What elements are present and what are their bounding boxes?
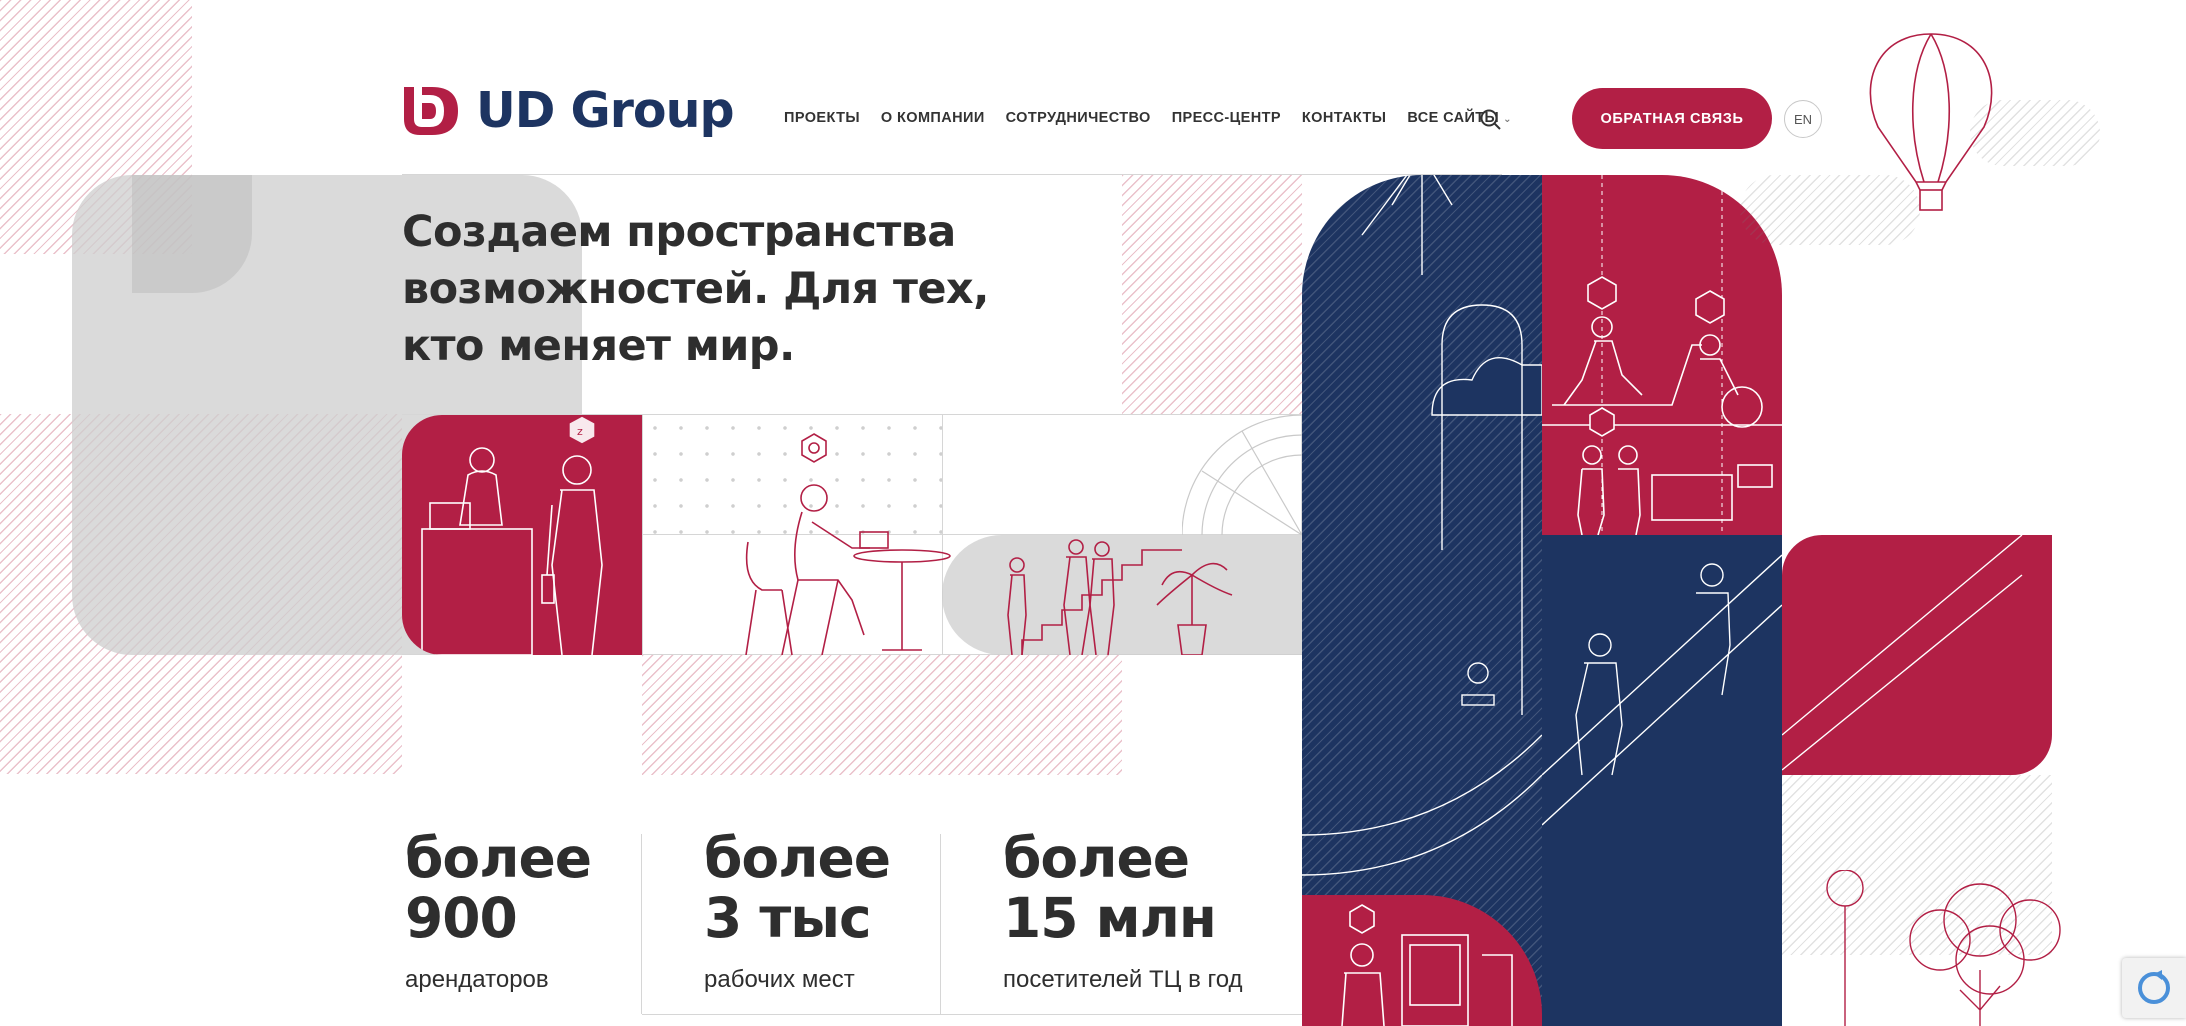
nav-item-about[interactable]: О КОМПАНИИ — [881, 110, 985, 126]
stat-tenants: более 900 арендаторов — [405, 826, 592, 994]
illustration-laptop-person — [742, 430, 952, 656]
svg-text:z: z — [577, 425, 583, 438]
nav-item-projects[interactable]: ПРОЕКТЫ — [784, 110, 860, 126]
stat-value-prefix: более — [1003, 826, 1190, 890]
stat-value-prefix: более — [405, 826, 592, 890]
nav-item-press[interactable]: ПРЕСС-ЦЕНТР — [1172, 110, 1281, 126]
stat-value: 3 тыс — [704, 886, 872, 950]
nav-item-contacts[interactable]: КОНТАКТЫ — [1302, 110, 1386, 126]
search-button[interactable] — [1478, 107, 1504, 133]
stats-divider-1 — [641, 834, 642, 1014]
illustration-balloon — [1858, 32, 2004, 218]
chat-icon — [796, 434, 828, 466]
basket-icon — [1696, 900, 1728, 932]
stat-jobs: более 3 тыс рабочих мест — [704, 826, 891, 994]
decor-hatch-bottom-middle — [642, 655, 1122, 775]
illustration-escalator-panel — [1541, 535, 1783, 1026]
ud-logo-icon — [404, 86, 458, 135]
illustration-tree — [1850, 870, 2090, 1026]
chevron-down-icon: ⌄ — [1503, 114, 1512, 125]
stat-value: 15 млн — [1003, 886, 1217, 950]
nav-item-cooperation[interactable]: СОТРУДНИЧЕСТВО — [1006, 110, 1151, 126]
feedback-button[interactable]: ОБРАТНАЯ СВЯЗЬ — [1572, 88, 1772, 149]
hero-title-line-2: возможностей. Для тех, — [402, 264, 989, 314]
stats-divider-2 — [940, 834, 941, 1014]
sleep-icon: z — [566, 414, 598, 446]
search-icon — [1480, 109, 1501, 130]
language-switch-button[interactable]: EN — [1784, 100, 1822, 138]
illustration-lamp — [1820, 869, 1870, 1026]
hero-title-line-1: Создаем пространства — [402, 207, 956, 257]
decor-grey-tab — [132, 175, 252, 293]
divider-header — [402, 174, 1502, 175]
hero-title-line-3: кто меняет мир. — [402, 321, 795, 371]
stat-caption: рабочих мест — [704, 966, 855, 993]
stat-caption: посетителей ТЦ в год — [1003, 966, 1243, 993]
decor-hatch-top-middle — [1122, 175, 1302, 415]
illustration-red-tile-right — [1781, 534, 2052, 775]
stats-divider-bottom — [642, 1014, 1302, 1015]
stat-caption: арендаторов — [405, 966, 549, 993]
heart-icon — [1588, 276, 1620, 308]
stat-value: 900 — [405, 886, 518, 950]
recaptcha-badge[interactable] — [2122, 958, 2186, 1018]
illustration-vending-tile — [1302, 895, 1542, 1026]
recaptcha-icon — [2138, 970, 2170, 1004]
logo[interactable]: UD Group — [400, 82, 735, 139]
stat-value-prefix: более — [704, 826, 891, 890]
logo-text: UD Group — [476, 82, 735, 139]
illustration-reception-tile — [402, 415, 642, 655]
gift-icon — [1696, 290, 1728, 322]
stat-visitors: более 15 млн посетителей ТЦ в год — [1003, 828, 1243, 994]
divider-col1 — [642, 414, 643, 654]
hero-title: Создаем пространства возможностей. Для т… — [402, 204, 1002, 375]
main-nav: ПРОЕКТЫ О КОМПАНИИ СОТРУДНИЧЕСТВО ПРЕСС-… — [784, 110, 1512, 126]
